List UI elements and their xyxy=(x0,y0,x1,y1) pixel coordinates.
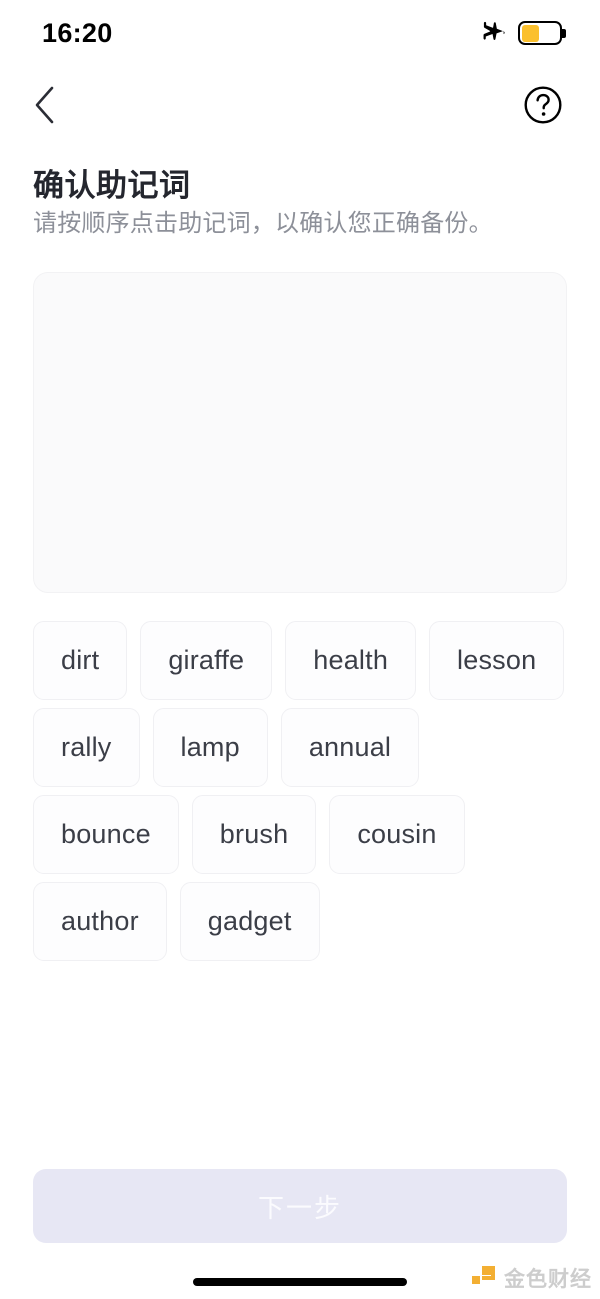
word-chip[interactable]: gadget xyxy=(179,882,320,961)
battery-fill xyxy=(521,24,539,42)
nav-bar xyxy=(0,66,600,144)
status-bar-time: 16:20 xyxy=(42,17,113,48)
home-indicator xyxy=(193,1278,407,1286)
page-subtitle: 请按顺序点击助记词，以确认您正确备份。 xyxy=(33,210,493,237)
word-bank: dirt giraffe health lesson rally lamp an… xyxy=(33,621,573,961)
word-chip[interactable]: bounce xyxy=(33,795,179,874)
word-chip[interactable]: giraffe xyxy=(140,621,273,700)
battery-icon xyxy=(518,21,566,45)
word-chip[interactable]: health xyxy=(285,621,417,700)
status-bar-indicators xyxy=(480,21,566,45)
selected-words-panel[interactable] xyxy=(33,272,567,593)
battery-cap xyxy=(562,29,566,38)
status-bar: 16:20 xyxy=(0,0,600,66)
chevron-left-icon xyxy=(35,86,54,124)
word-chip[interactable]: rally xyxy=(33,708,140,787)
word-chip[interactable]: dirt xyxy=(33,621,128,700)
word-chip[interactable]: cousin xyxy=(329,795,465,874)
word-chip[interactable]: annual xyxy=(280,708,420,787)
help-button[interactable] xyxy=(522,84,564,126)
phone-screen: 16:20 确认助记词 请按顺序点击助记词，以确认您正确备份。 dirt gir… xyxy=(0,0,600,1299)
watermark-text: 金色财经 xyxy=(504,1268,592,1291)
word-chip[interactable]: lamp xyxy=(152,708,268,787)
back-button[interactable] xyxy=(22,82,68,128)
word-chip[interactable]: lesson xyxy=(429,621,565,700)
airplane-mode-icon xyxy=(483,21,505,40)
watermark: 金色财经 xyxy=(471,1263,592,1293)
jinse-logo-icon xyxy=(472,1266,495,1284)
question-circle-icon xyxy=(524,86,562,124)
next-button[interactable]: 下一步 xyxy=(33,1169,567,1243)
word-chip[interactable]: author xyxy=(33,882,167,961)
word-chip[interactable]: brush xyxy=(191,795,317,874)
page-title: 确认助记词 xyxy=(33,168,191,203)
